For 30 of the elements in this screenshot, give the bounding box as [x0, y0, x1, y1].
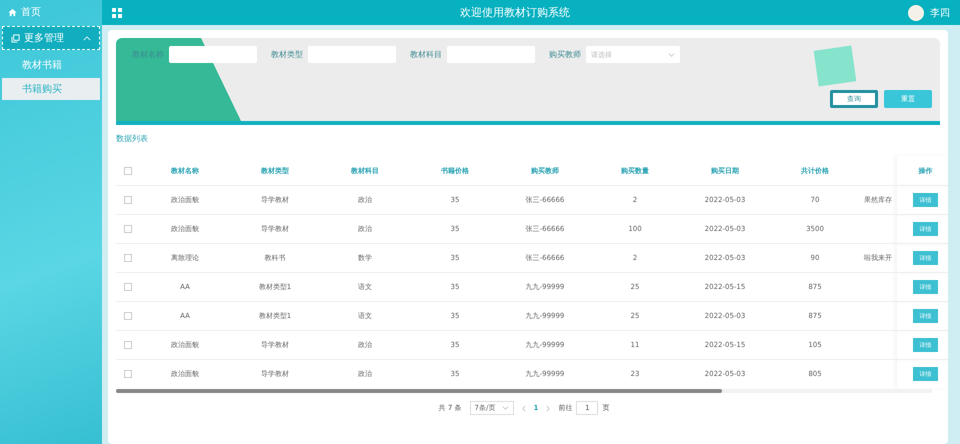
grid-icon[interactable] — [112, 8, 122, 18]
caret-icon — [83, 36, 91, 40]
previous-page-icon[interactable] — [522, 404, 526, 412]
field-label: 教材类型 — [271, 49, 303, 60]
checkbox[interactable] — [124, 225, 132, 234]
checkbox[interactable] — [124, 370, 132, 378]
caret-icon — [502, 406, 509, 410]
sidebar-item[interactable]: 首页 — [0, 2, 102, 22]
sidebar-subitem[interactable]: 书籍购买 — [2, 78, 100, 100]
list-title: 数据列表 — [116, 133, 149, 144]
checkbox[interactable] — [124, 341, 132, 350]
avatar[interactable] — [908, 4, 924, 20]
user-name: 李四 — [930, 6, 950, 20]
checkbox[interactable] — [124, 254, 132, 262]
caret-icon — [668, 52, 675, 56]
home-icon — [8, 8, 17, 16]
copy-icon — [11, 34, 20, 42]
checkbox[interactable] — [124, 166, 132, 175]
checkbox[interactable] — [124, 312, 132, 320]
checkbox[interactable] — [124, 196, 132, 204]
checkbox[interactable] — [124, 283, 132, 292]
app-title: 欢迎使用教材订购系统 — [460, 5, 570, 20]
field-label: 购买教师 — [549, 49, 581, 60]
input-field[interactable] — [169, 46, 257, 63]
scrollbar[interactable] — [116, 389, 932, 393]
sidebar-subitem[interactable]: 教材书籍 — [2, 54, 100, 76]
sidebar-item[interactable]: 更多管理 — [2, 26, 100, 50]
square-decoration-drawing — [814, 46, 856, 86]
next-page-icon[interactable] — [546, 404, 550, 412]
field-label: 教材科目 — [410, 49, 442, 60]
